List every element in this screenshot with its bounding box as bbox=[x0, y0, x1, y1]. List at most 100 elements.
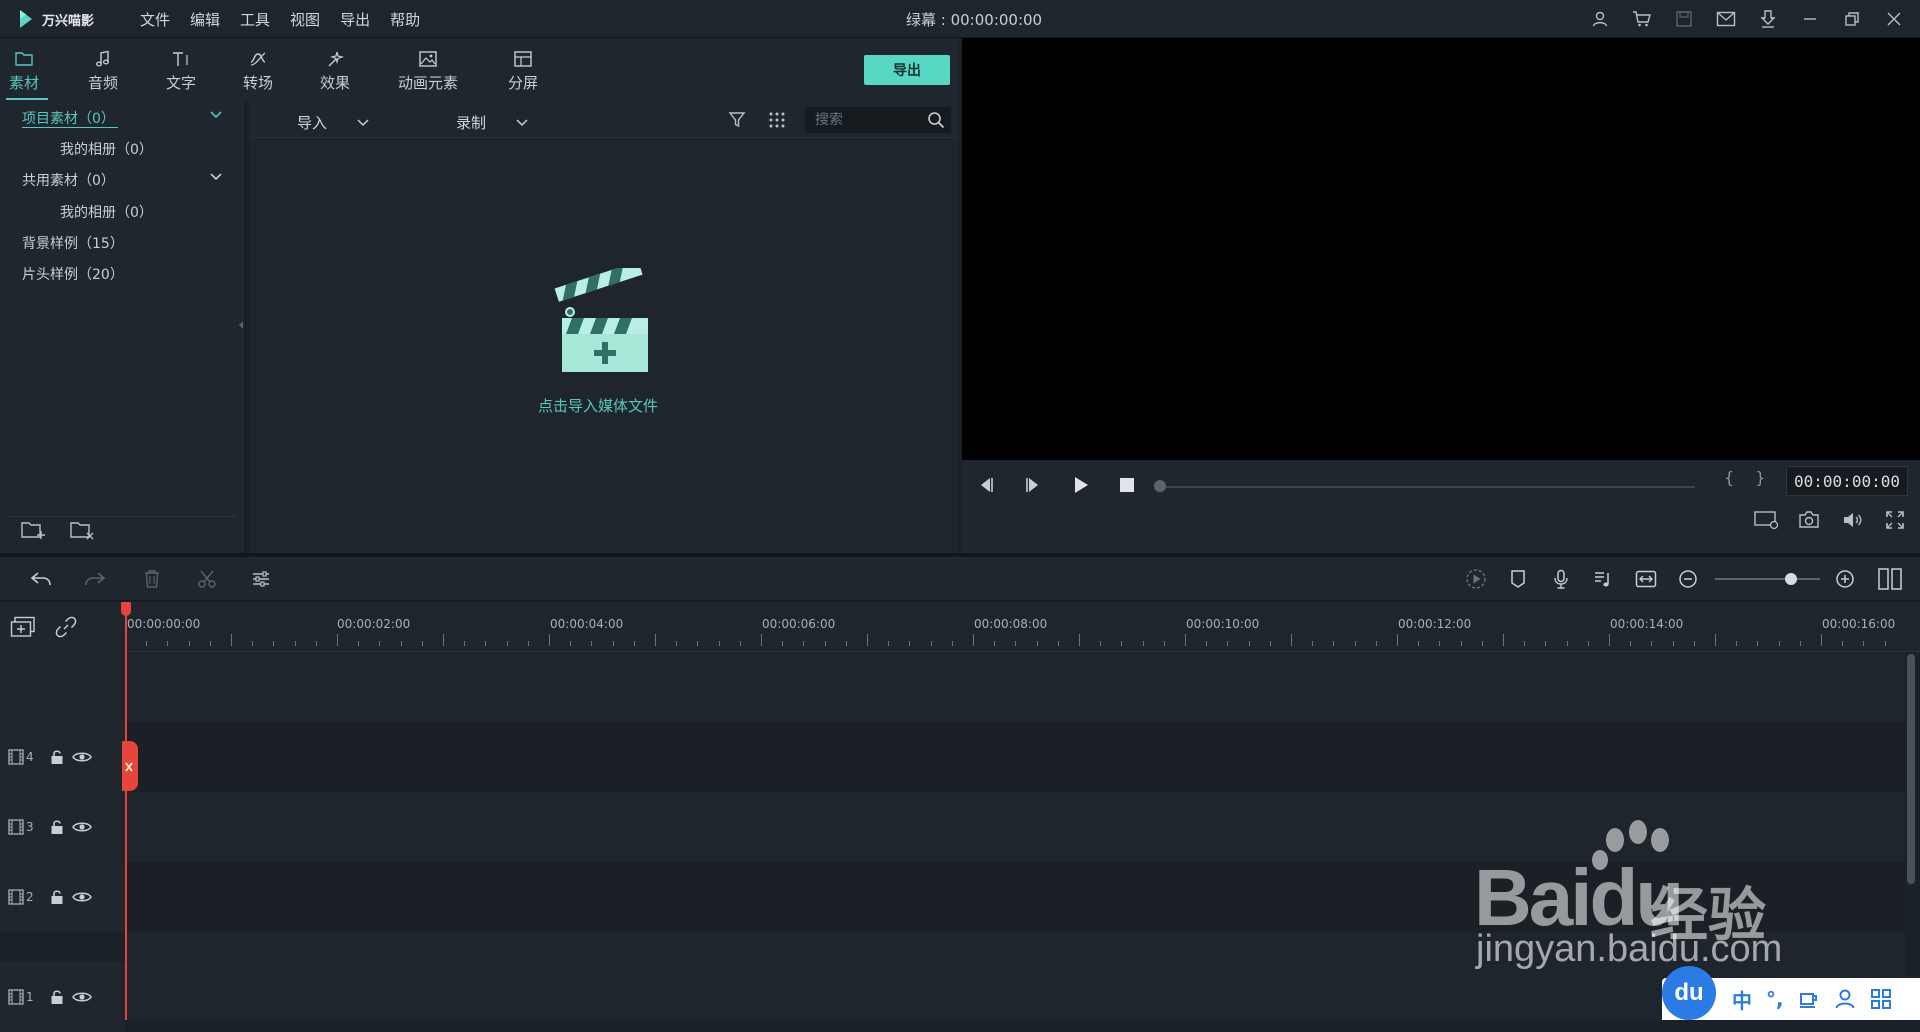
record-dropdown[interactable]: 录制 bbox=[456, 112, 528, 133]
lock-icon[interactable] bbox=[50, 749, 64, 765]
eye-icon[interactable] bbox=[71, 890, 92, 904]
tab-elements[interactable]: 动画元素 bbox=[398, 50, 458, 93]
sidebar-item-shared-media[interactable]: 共用素材（0） bbox=[22, 170, 115, 190]
restore-icon[interactable] bbox=[1838, 5, 1866, 33]
tab-effects[interactable]: 效果 bbox=[320, 50, 350, 93]
video-track-icon bbox=[8, 989, 24, 1005]
tab-audio[interactable]: 音频 bbox=[88, 50, 118, 93]
add-track-icon[interactable] bbox=[10, 616, 36, 638]
chevron-down-icon[interactable] bbox=[209, 110, 223, 120]
render-settings-icon[interactable] bbox=[1754, 510, 1780, 530]
image-icon bbox=[419, 51, 437, 67]
sidebar-item-shared-album[interactable]: 我的相册（0） bbox=[60, 202, 153, 222]
delete-button[interactable] bbox=[138, 565, 166, 593]
fullscreen-icon[interactable] bbox=[1885, 510, 1905, 530]
minimize-icon[interactable] bbox=[1796, 5, 1824, 33]
eye-icon[interactable] bbox=[71, 990, 92, 1004]
tab-split-screen[interactable]: 分屏 bbox=[508, 50, 538, 93]
save-icon[interactable] bbox=[1670, 5, 1698, 33]
redo-icon bbox=[85, 572, 106, 586]
search-input[interactable] bbox=[815, 112, 925, 128]
sidebar-item-project-media[interactable]: 项目素材（0） bbox=[22, 108, 115, 128]
scissors-icon bbox=[198, 570, 216, 588]
zoom-slider-track[interactable] bbox=[1715, 578, 1820, 580]
playhead-split-button[interactable] bbox=[122, 741, 138, 791]
zoom-out-button[interactable] bbox=[1674, 565, 1702, 593]
cup-icon[interactable] bbox=[1798, 988, 1820, 1010]
tab-split-screen-label: 分屏 bbox=[508, 74, 539, 92]
download-icon[interactable] bbox=[1754, 5, 1782, 33]
grid-menu-icon[interactable] bbox=[1870, 988, 1892, 1010]
close-icon[interactable] bbox=[1880, 5, 1908, 33]
previous-frame-icon[interactable] bbox=[976, 475, 996, 495]
marker-button[interactable] bbox=[1504, 565, 1532, 593]
menu-view[interactable]: 视图 bbox=[290, 9, 320, 30]
stop-icon[interactable] bbox=[1117, 475, 1137, 495]
voiceover-button[interactable] bbox=[1547, 565, 1575, 593]
menu-help[interactable]: 帮助 bbox=[390, 9, 420, 30]
ruler-ticks bbox=[125, 634, 1886, 646]
audio-mixer-button[interactable] bbox=[1589, 565, 1617, 593]
grid-view-icon[interactable] bbox=[768, 111, 786, 129]
ime-language[interactable]: 中 bbox=[1732, 985, 1752, 1014]
track-4[interactable] bbox=[125, 722, 1905, 792]
eye-icon[interactable] bbox=[71, 820, 92, 834]
user-icon[interactable] bbox=[1834, 988, 1856, 1010]
lock-icon[interactable] bbox=[50, 889, 64, 905]
folder-icon bbox=[15, 52, 33, 66]
chevron-down-icon[interactable] bbox=[209, 172, 223, 182]
export-button[interactable]: 导出 bbox=[864, 55, 950, 85]
in-out-markers[interactable]: { } bbox=[1724, 468, 1773, 487]
import-media-hint[interactable]: 点击导入媒体文件 bbox=[538, 395, 658, 416]
cart-icon[interactable] bbox=[1628, 5, 1656, 33]
sidebar-item-my-album[interactable]: 我的相册（0） bbox=[60, 139, 153, 159]
user-icon[interactable] bbox=[1586, 5, 1614, 33]
clapperboard-import-icon[interactable] bbox=[552, 268, 652, 376]
fit-timeline-button[interactable] bbox=[1632, 565, 1660, 593]
new-folder-icon[interactable] bbox=[20, 519, 46, 541]
lock-icon[interactable] bbox=[50, 989, 64, 1005]
undo-button[interactable] bbox=[27, 565, 55, 593]
eye-icon[interactable] bbox=[71, 750, 92, 764]
cut-button[interactable] bbox=[193, 565, 221, 593]
preview-progress-knob[interactable] bbox=[1154, 480, 1166, 492]
volume-icon[interactable] bbox=[1842, 510, 1864, 530]
render-preview-button[interactable] bbox=[1462, 565, 1490, 593]
video-track-icon bbox=[8, 749, 24, 765]
scissors-icon bbox=[125, 762, 133, 772]
redo-button[interactable] bbox=[81, 565, 109, 593]
play-icon[interactable] bbox=[1071, 475, 1091, 495]
panel-layout-button[interactable] bbox=[1876, 565, 1904, 593]
menu-file[interactable]: 文件 bbox=[140, 9, 170, 30]
track-number: 4 bbox=[26, 750, 34, 764]
playhead-line[interactable] bbox=[125, 604, 127, 1020]
mail-icon[interactable] bbox=[1712, 5, 1740, 33]
sidebar-item-intro-samples[interactable]: 片头样例（20） bbox=[22, 264, 124, 284]
tab-media[interactable]: 素材 bbox=[9, 50, 39, 93]
link-icon[interactable] bbox=[55, 616, 77, 638]
lock-icon[interactable] bbox=[50, 819, 64, 835]
filter-icon[interactable] bbox=[728, 111, 746, 129]
tab-transition[interactable]: 转场 bbox=[243, 50, 273, 93]
ime-punctuation[interactable]: °, bbox=[1766, 987, 1784, 1011]
playhead-handle[interactable] bbox=[121, 602, 131, 616]
import-dropdown[interactable]: 导入 bbox=[297, 112, 369, 133]
menu-export[interactable]: 导出 bbox=[340, 9, 370, 30]
tab-audio-label: 音频 bbox=[88, 74, 119, 92]
preview-progress-track[interactable] bbox=[1160, 486, 1695, 488]
menu-tools[interactable]: 工具 bbox=[240, 9, 270, 30]
tab-text[interactable]: 文字 bbox=[166, 50, 196, 93]
collapse-arrow-icon[interactable] bbox=[238, 320, 244, 330]
adjust-button[interactable] bbox=[247, 565, 275, 593]
snapshot-icon[interactable] bbox=[1798, 510, 1820, 530]
ime-logo[interactable]: du bbox=[1662, 966, 1716, 1020]
search-icon[interactable] bbox=[927, 111, 945, 129]
next-frame-icon[interactable] bbox=[1023, 475, 1043, 495]
menu-edit[interactable]: 编辑 bbox=[190, 9, 220, 30]
delete-folder-icon[interactable] bbox=[69, 519, 95, 541]
zoom-in-button[interactable] bbox=[1831, 565, 1859, 593]
zoom-slider-knob[interactable] bbox=[1785, 573, 1797, 585]
watermark-url: jingyan.baidu.com bbox=[1476, 928, 1783, 970]
sidebar-item-background-samples[interactable]: 背景样例（15） bbox=[22, 233, 124, 253]
timeline-scrollbar-thumb[interactable] bbox=[1907, 654, 1915, 884]
